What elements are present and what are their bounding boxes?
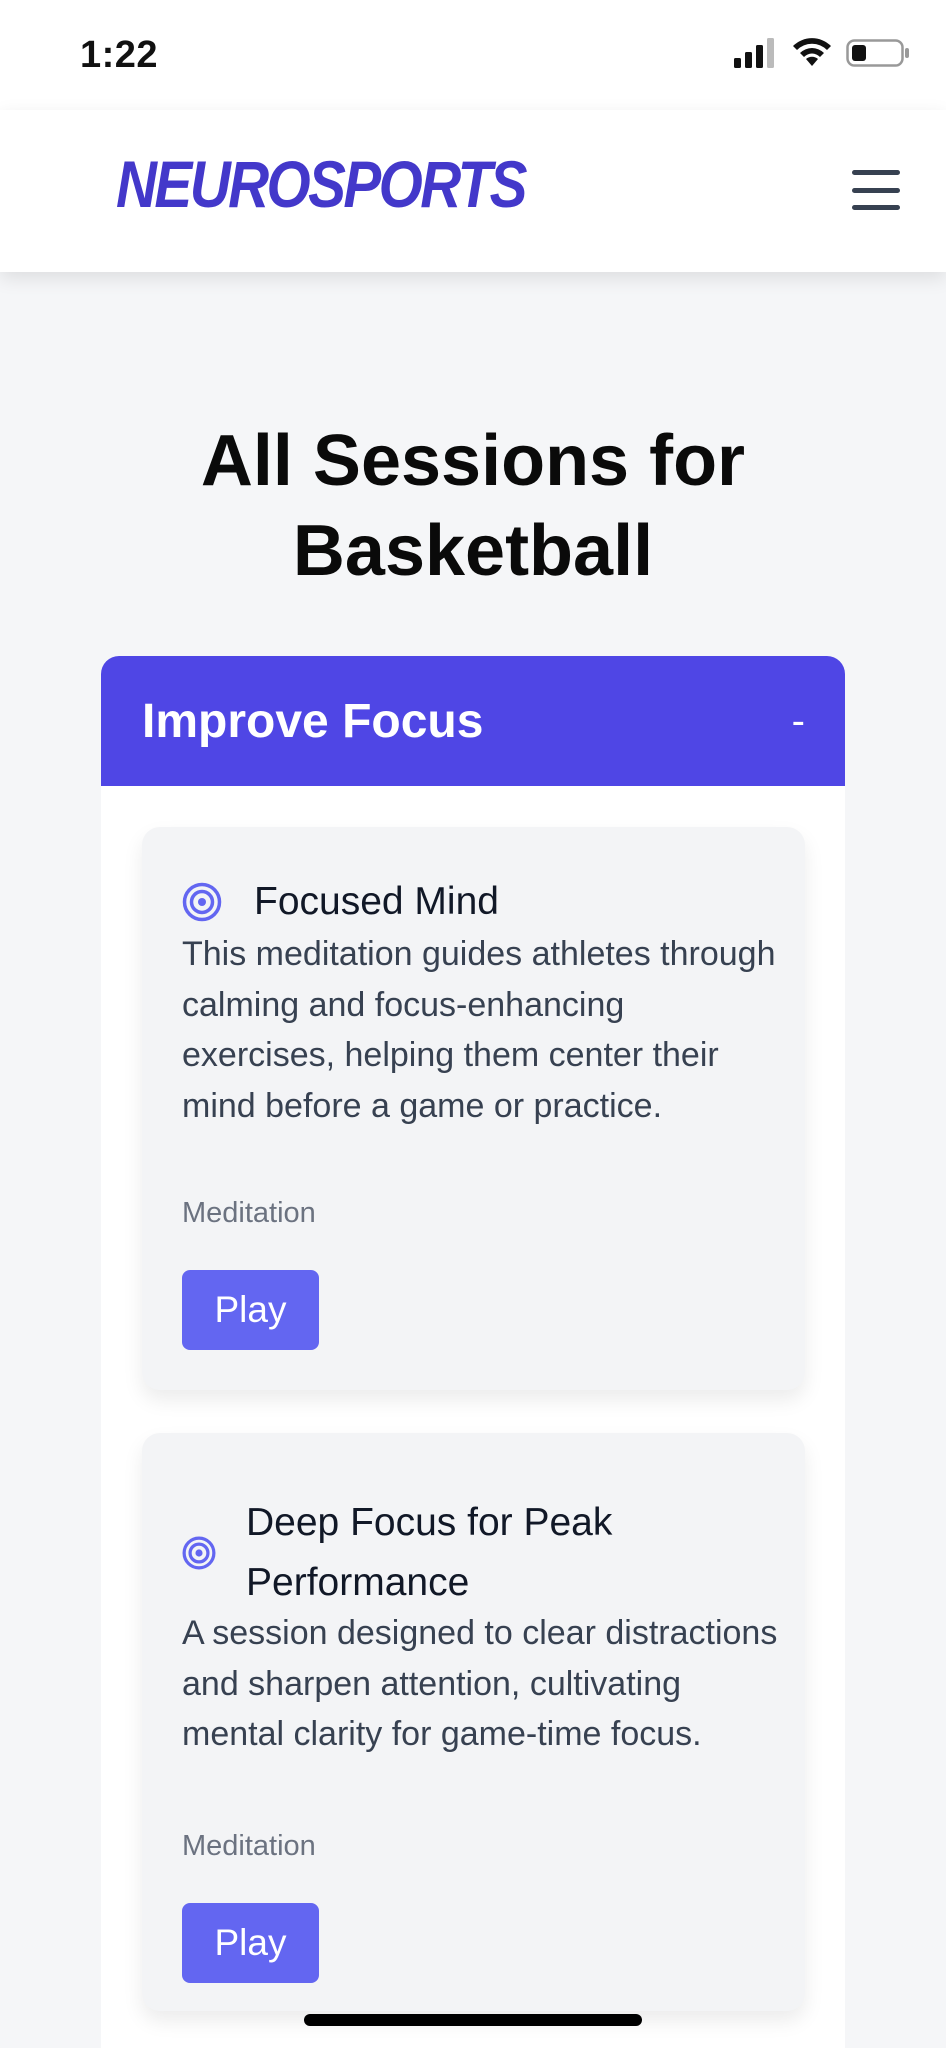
menu-bar <box>852 205 900 210</box>
hamburger-menu-icon[interactable] <box>852 170 900 210</box>
session-title: Focused Mind <box>254 880 499 923</box>
menu-bar <box>852 170 900 175</box>
page-title-line1: All Sessions for <box>200 421 746 501</box>
brand-logo[interactable]: NEUROSPORTS <box>116 146 528 222</box>
status-time: 1:22 <box>80 34 159 76</box>
session-type-label: Meditation <box>182 1830 316 1862</box>
wifi-icon <box>793 38 831 66</box>
session-header: Deep Focus for Peak Performance <box>182 1493 782 1613</box>
status-bar: 1:22 <box>0 0 946 110</box>
target-icon <box>182 1536 216 1570</box>
page-title: All Sessions for Basketball <box>0 416 946 596</box>
play-button[interactable]: Play <box>182 1270 319 1350</box>
battery-icon <box>846 39 909 67</box>
session-description: This meditation guides athletes through … <box>182 935 776 1125</box>
app-header: NEUROSPORTS <box>0 110 946 272</box>
home-indicator <box>304 2014 642 2026</box>
session-description: A session designed to clear distractions… <box>182 1614 778 1753</box>
session-card: Deep Focus for Peak Performance A sessio… <box>142 1433 805 2011</box>
category-title: Improve Focus <box>142 694 484 748</box>
category-panel: Improve Focus - Focused Mind This medita… <box>101 656 845 2048</box>
status-icons <box>734 38 910 68</box>
category-header[interactable]: Improve Focus - <box>101 656 845 786</box>
session-header: Focused Mind <box>182 872 499 932</box>
app-screen: 1:22 NEUROSPORTS All Sessions for Basket… <box>0 0 946 2048</box>
menu-bar <box>852 187 900 193</box>
session-title: Deep Focus for Peak Performance <box>246 1501 613 1604</box>
cellular-signal-icon <box>734 38 774 68</box>
collapse-toggle[interactable]: - <box>792 699 805 744</box>
target-icon <box>182 882 222 922</box>
session-card: Focused Mind This meditation guides athl… <box>142 827 805 1390</box>
play-button[interactable]: Play <box>182 1903 319 1983</box>
page-title-line2: Basketball <box>292 511 654 591</box>
session-type-label: Meditation <box>182 1197 316 1229</box>
